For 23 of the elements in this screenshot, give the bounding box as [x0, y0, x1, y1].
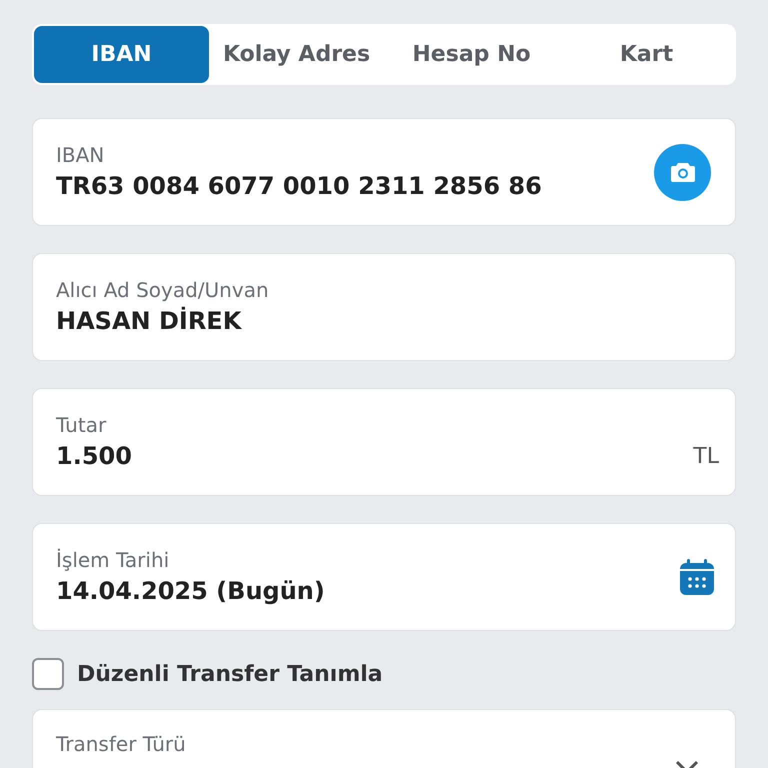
- input-field[interactable]: Alıcı Ad Soyad/Unvan HASAN DİREK: [32, 253, 736, 361]
- checkbox-label: Düzenli Transfer Tanımla: [77, 660, 383, 688]
- field-label: İşlem Tarihi: [56, 547, 170, 574]
- field-label: IBAN: [56, 142, 106, 169]
- input-field[interactable]: Tutar 1.500 TL: [32, 388, 736, 496]
- field-value: TR63 0084 6077 0010 2311 2856 86: [56, 171, 542, 202]
- field-label: Tutar: [56, 412, 108, 439]
- field-label: Transfer Türü: [56, 731, 186, 758]
- tab[interactable]: Hesap No: [384, 26, 559, 83]
- tab[interactable]: Kolay Adres: [209, 26, 384, 83]
- tab[interactable]: IBAN: [34, 26, 209, 83]
- field-value: 1.500: [56, 441, 132, 472]
- field-value: 14.04.2025 (Bugün): [56, 576, 325, 607]
- input-field[interactable]: İşlem Tarihi 14.04.2025 (Bugün): [32, 523, 736, 631]
- checkbox[interactable]: [32, 658, 64, 690]
- calendar-icon[interactable]: [679, 558, 715, 596]
- input-field[interactable]: IBAN TR63 0084 6077 0010 2311 2856 86: [32, 118, 736, 226]
- field-value: HASAN DİREK: [56, 306, 243, 337]
- field-label: Alıcı Ad Soyad/Unvan: [56, 277, 269, 304]
- tab[interactable]: Kart: [559, 26, 734, 83]
- currency-label: TL: [693, 442, 719, 470]
- select-field[interactable]: Transfer Türü: [32, 709, 736, 768]
- camera-icon: [670, 161, 696, 183]
